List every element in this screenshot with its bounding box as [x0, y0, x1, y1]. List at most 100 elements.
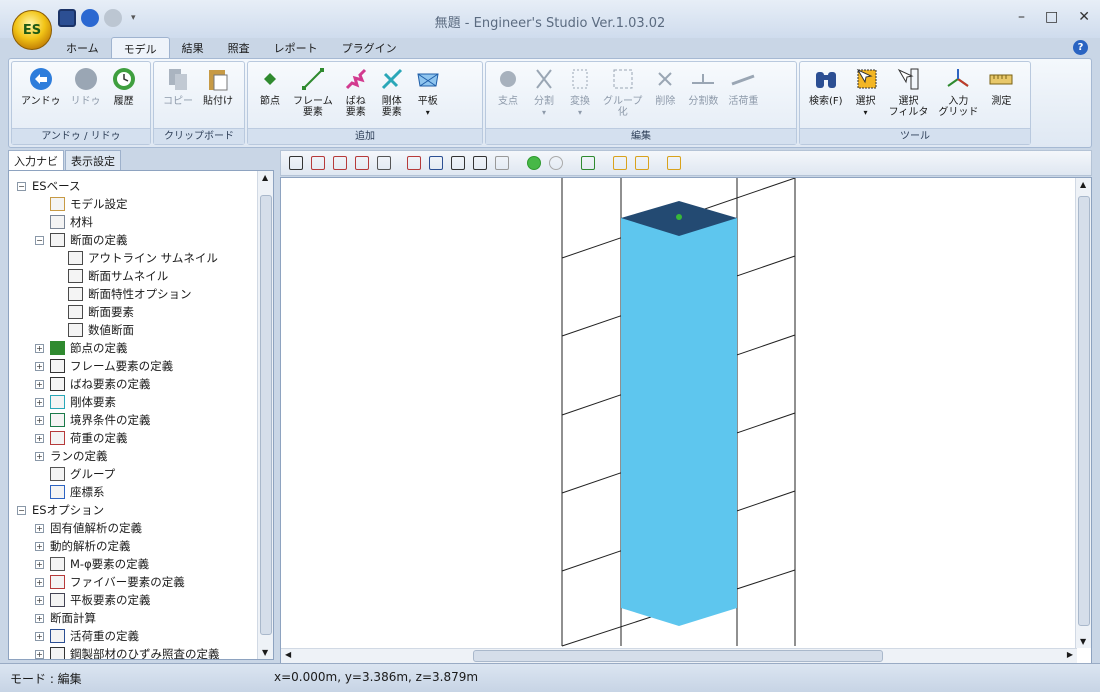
delete-button[interactable]: 削除 [647, 66, 683, 118]
undo-button[interactable]: アンドゥ [16, 66, 66, 107]
select-button[interactable]: 選択 ▾ [848, 66, 884, 118]
split-button[interactable]: 分割 ▾ [526, 66, 562, 118]
group-button[interactable]: グループ 化 [598, 66, 647, 118]
expand-icon[interactable]: + [35, 631, 44, 641]
tree-item[interactable]: + M-φ要素の定義 [35, 555, 149, 573]
tree-item[interactable]: 座標系 [35, 483, 105, 501]
rigid-element-button[interactable]: 剛体 要素 [374, 66, 410, 118]
rotate-icon[interactable] [473, 156, 487, 170]
expand-icon[interactable]: + [35, 649, 44, 659]
fit-icon[interactable] [289, 156, 303, 170]
expand-icon[interactable]: + [35, 361, 44, 371]
tree-item[interactable]: 材料 [35, 213, 93, 231]
tree-item[interactable]: + 境界条件の定義 [35, 411, 151, 429]
selection-filter-button[interactable]: 選択 フィルタ [884, 66, 934, 118]
cube-side-icon[interactable] [333, 156, 347, 170]
measure-button[interactable]: 測定 [983, 66, 1019, 118]
frame-element-button[interactable]: フレーム 要素 [288, 66, 338, 118]
expand-icon[interactable]: + [35, 397, 44, 407]
find-icon[interactable] [667, 156, 681, 170]
application-button[interactable]: ES [12, 10, 52, 50]
select-arrow-icon[interactable] [581, 156, 595, 170]
expand-icon[interactable]: + [35, 541, 44, 551]
cube-front-icon[interactable] [311, 156, 325, 170]
tree-item[interactable]: + 節点の定義 [35, 339, 128, 357]
view-vertical-scrollbar[interactable]: ▲ ▼ [1075, 178, 1091, 648]
qat-dropdown-icon[interactable]: ▾ [131, 13, 136, 23]
view-hscroll-thumb[interactable] [473, 650, 883, 662]
undo-icon[interactable] [81, 9, 99, 27]
collapse-icon[interactable]: − [17, 181, 26, 191]
tab-plugin[interactable]: プラグイン [330, 37, 409, 59]
orbit-icon[interactable] [495, 156, 509, 170]
tab-display-settings[interactable]: 表示設定 [65, 150, 121, 170]
plate-button[interactable]: 平板 ▾ [410, 66, 446, 118]
model-view[interactable]: ▲ ▼ ◀ ▶ [280, 177, 1092, 665]
tree-item[interactable]: − ESベース [17, 177, 81, 195]
support-button[interactable]: 支点 [490, 66, 526, 118]
select-dropdown-icon[interactable]: ▾ [864, 107, 868, 118]
view-scroll-left-icon[interactable]: ◀ [285, 650, 291, 659]
expand-icon[interactable]: + [35, 433, 44, 443]
live-load-button[interactable]: 活荷重 [723, 66, 763, 118]
tab-input-navi[interactable]: 入力ナビ [8, 150, 64, 170]
tree-item[interactable]: モデル設定 [35, 195, 128, 213]
view-horizontal-scrollbar[interactable]: ◀ ▶ [281, 648, 1077, 664]
select-box-icon[interactable] [613, 156, 627, 170]
expand-icon[interactable]: + [35, 379, 44, 389]
tree-item[interactable]: + 固有値解析の定義 [35, 519, 142, 537]
select-line-icon[interactable] [635, 156, 649, 170]
zoom-window-icon[interactable] [407, 156, 421, 170]
search-button[interactable]: 検索(F) [804, 66, 848, 118]
tab-report[interactable]: レポート [262, 37, 330, 59]
scroll-up-icon[interactable]: ▲ [262, 173, 268, 182]
view-scroll-down-icon[interactable]: ▼ [1080, 637, 1086, 646]
tree-item[interactable]: 数値断面 [53, 321, 134, 339]
tab-model[interactable]: モデル [110, 37, 170, 59]
cube-iso-icon[interactable] [377, 156, 391, 170]
help-icon[interactable]: ? [1073, 40, 1088, 55]
paste-button[interactable]: 貼付け [198, 66, 238, 107]
tab-results[interactable]: 結果 [170, 37, 216, 59]
tree-item[interactable]: + 断面計算 [35, 609, 96, 627]
view-scrollbar-thumb[interactable] [1078, 196, 1090, 626]
forward-icon[interactable] [549, 156, 563, 170]
tree-item[interactable]: − 断面の定義 [35, 231, 128, 249]
expand-icon[interactable]: + [35, 415, 44, 425]
tree-item[interactable]: + 活荷重の定義 [35, 627, 139, 645]
tree-item[interactable]: + ファイバー要素の定義 [35, 573, 185, 591]
tree-item[interactable]: アウトライン サムネイル [53, 249, 218, 267]
tree-item[interactable]: 断面サムネイル [53, 267, 168, 285]
redo-icon[interactable] [104, 9, 122, 27]
tree-item[interactable]: 断面要素 [53, 303, 134, 321]
expand-icon[interactable]: + [35, 595, 44, 605]
spring-element-button[interactable]: ばね 要素 [338, 66, 374, 118]
tree-item[interactable]: + 鋼製部材のひずみ照査の定義 [35, 645, 220, 659]
scrollbar-thumb[interactable] [260, 195, 272, 635]
tree-item[interactable]: グループ [35, 465, 115, 483]
collapse-icon[interactable]: − [17, 505, 26, 515]
close-button[interactable]: ✕ [1078, 9, 1090, 25]
tree-item[interactable]: + 荷重の定義 [35, 429, 128, 447]
expand-icon[interactable]: + [35, 343, 44, 353]
expand-icon[interactable]: + [35, 577, 44, 587]
maximize-button[interactable]: □ [1045, 9, 1058, 25]
scroll-down-icon[interactable]: ▼ [262, 648, 268, 657]
save-icon[interactable] [58, 9, 76, 27]
tree-item[interactable]: + 平板要素の定義 [35, 591, 151, 609]
transform-button[interactable]: 変換 ▾ [562, 66, 598, 118]
expand-icon[interactable]: + [35, 523, 44, 533]
copy-button[interactable]: コピー [158, 66, 198, 107]
tab-home[interactable]: ホーム [54, 37, 111, 59]
expand-icon[interactable]: + [35, 451, 44, 461]
expand-icon[interactable]: + [35, 559, 44, 569]
split-dropdown-icon[interactable]: ▾ [542, 107, 546, 118]
tree-item[interactable]: + フレーム要素の定義 [35, 357, 173, 375]
tree-item[interactable]: − ESオプション [17, 501, 104, 519]
cube-top-icon[interactable] [355, 156, 369, 170]
tree-item[interactable]: + 剛体要素 [35, 393, 116, 411]
view-scroll-up-icon[interactable]: ▲ [1080, 180, 1086, 189]
split-count-button[interactable]: 分割数 [683, 66, 723, 118]
expand-icon[interactable]: + [35, 613, 44, 623]
minimize-button[interactable]: – [1018, 9, 1025, 25]
